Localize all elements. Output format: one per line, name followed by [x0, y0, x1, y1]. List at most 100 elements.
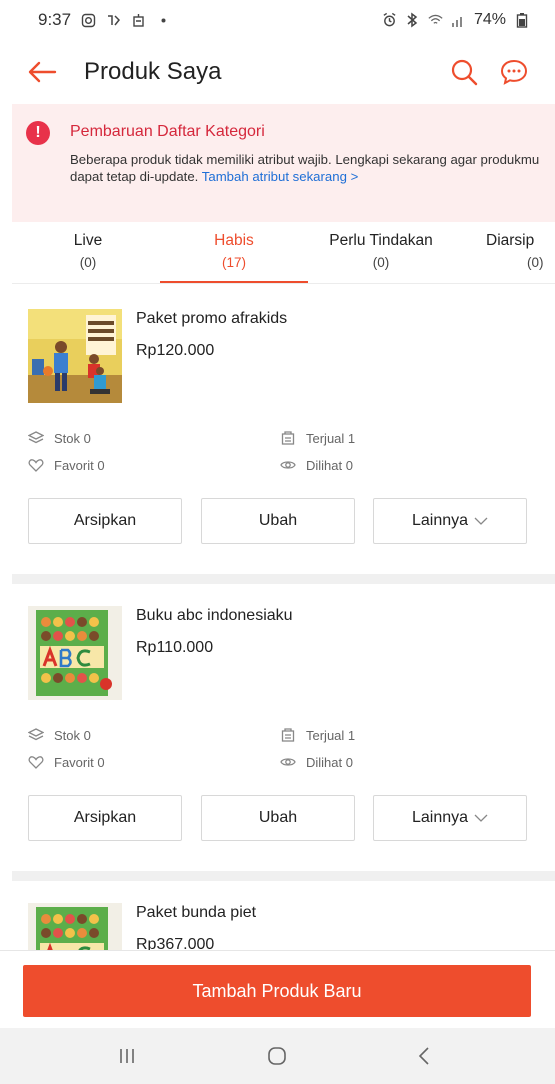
- banner-text: Beberapa produk tidak memiliki atribut w…: [70, 151, 540, 185]
- tab-habis[interactable]: Habis (17): [190, 232, 278, 270]
- tab-count: (17): [221, 255, 246, 270]
- product-card: Paket promo afrakids Rp120.000 Stok 0 Te…: [12, 287, 555, 574]
- archive-button[interactable]: Arsipkan: [28, 498, 182, 544]
- edit-button[interactable]: Ubah: [201, 498, 355, 544]
- stock-label: Stok 0: [54, 727, 91, 743]
- search-icon: [451, 59, 478, 86]
- views-label: Dilihat 0: [306, 754, 353, 770]
- system-nav-bar: [0, 1028, 555, 1084]
- favorite-stat: Favorit 0: [28, 754, 105, 770]
- product-name[interactable]: Paket bunda piet: [136, 904, 256, 922]
- more-label: Lainnya: [411, 809, 469, 826]
- instagram-icon: [81, 13, 96, 28]
- home-icon: [268, 1047, 286, 1065]
- card-separator: [12, 871, 555, 881]
- product-thumbnail[interactable]: [28, 309, 122, 403]
- bluetooth-icon: [405, 12, 420, 28]
- search-button[interactable]: [446, 54, 482, 90]
- tab-count: (0): [372, 255, 390, 270]
- add-attribute-link[interactable]: Tambah atribut sekarang >: [202, 169, 359, 184]
- card-separator: [12, 574, 555, 584]
- views-stat: Dilihat 0: [280, 754, 353, 770]
- back-icon: [418, 1047, 429, 1065]
- battery-text: 74%: [473, 11, 506, 28]
- edit-button[interactable]: Ubah: [201, 795, 355, 841]
- tab-label: Live: [73, 232, 103, 249]
- recent-apps-icon: [120, 1049, 134, 1063]
- product-stats: Stok 0 Terjual 1 Favorit 0 Dilihat 0: [28, 430, 548, 478]
- banner-title: Pembaruan Daftar Kategori: [70, 123, 265, 140]
- layers-icon: [28, 431, 44, 444]
- tab-perlu-tindakan[interactable]: Perlu Tindakan (0): [310, 232, 452, 270]
- more-button[interactable]: Lainnya: [373, 498, 527, 544]
- chevron-down-icon: [474, 814, 488, 822]
- dot-icon: [156, 13, 171, 28]
- arrow-left-icon: [28, 61, 57, 83]
- heart-icon: [28, 756, 44, 769]
- home-button[interactable]: [257, 1042, 297, 1070]
- category-update-banner: ! Pembaruan Daftar Kategori Beberapa pro…: [12, 104, 555, 222]
- notification-icon: [131, 13, 146, 28]
- heart-icon: [28, 459, 44, 472]
- product-thumbnail[interactable]: [28, 903, 122, 950]
- product-thumbnail[interactable]: [28, 606, 122, 700]
- stock-stat: Stok 0: [28, 430, 91, 446]
- status-bar: 9:37 74%: [0, 0, 555, 40]
- status-right: 74%: [382, 11, 529, 29]
- nav-back-button[interactable]: [404, 1042, 444, 1070]
- alert-icon: !: [26, 121, 50, 145]
- layers-icon: [28, 728, 44, 741]
- tab-count: (0): [79, 255, 97, 270]
- chat-button[interactable]: [496, 54, 532, 90]
- alarm-icon: [382, 12, 397, 28]
- clock-text: 9:37: [38, 10, 72, 29]
- chat-icon: [500, 59, 528, 85]
- tab-count: (0): [527, 255, 544, 270]
- product-name[interactable]: Paket promo afrakids: [136, 310, 287, 328]
- product-price: Rp110.000: [136, 639, 214, 656]
- battery-icon: [514, 13, 529, 28]
- product-price: Rp120.000: [136, 342, 215, 359]
- sold-label: Terjual 1: [306, 727, 356, 743]
- stock-stat: Stok 0: [28, 727, 91, 743]
- page-title: Produk Saya: [84, 58, 222, 85]
- tab-label: Perlu Tindakan: [329, 232, 433, 249]
- app-header: Produk Saya: [0, 40, 555, 104]
- signal-icon: [451, 13, 466, 28]
- views-stat: Dilihat 0: [280, 457, 353, 473]
- product-name[interactable]: Buku abc indonesiaku: [136, 607, 293, 625]
- tab-label: Habis: [214, 232, 254, 249]
- product-stats: Stok 0 Terjual 1 Favorit 0 Dilihat 0: [28, 727, 548, 775]
- recent-apps-button[interactable]: [107, 1042, 147, 1070]
- product-card: Buku abc indonesiaku Rp110.000 Stok 0 Te…: [12, 584, 555, 871]
- status-tabs: Live (0) Habis (17) Perlu Tindakan (0) D…: [12, 222, 555, 284]
- product-price: Rp367.000: [136, 936, 215, 950]
- add-new-product-button[interactable]: Tambah Produk Baru: [23, 965, 531, 1017]
- more-label: Lainnya: [411, 512, 469, 529]
- chevron-down-icon: [474, 517, 488, 525]
- tab-live[interactable]: Live (0): [58, 232, 118, 270]
- active-tab-indicator: [160, 281, 308, 283]
- tab-label: Diarsip: [486, 232, 535, 249]
- sold-icon: [281, 728, 295, 742]
- more-button[interactable]: Lainnya: [373, 795, 527, 841]
- sold-stat: Terjual 1: [280, 727, 355, 743]
- favorite-label: Favorit 0: [54, 457, 105, 473]
- eye-icon: [280, 758, 296, 766]
- tab-diarsipkan[interactable]: Diarsip (0): [486, 232, 555, 270]
- archive-button[interactable]: Arsipkan: [28, 795, 182, 841]
- views-label: Dilihat 0: [306, 457, 353, 473]
- sold-stat: Terjual 1: [280, 430, 355, 446]
- favorite-label: Favorit 0: [54, 754, 105, 770]
- favorite-stat: Favorit 0: [28, 457, 105, 473]
- product-card: Paket bunda piet Rp367.000: [12, 881, 555, 950]
- eye-icon: [280, 461, 296, 469]
- wifi-icon: [428, 13, 443, 28]
- status-left: 9:37: [38, 10, 171, 30]
- app-icon: [106, 13, 121, 28]
- sold-icon: [281, 431, 295, 445]
- bottom-action-bar: Tambah Produk Baru: [0, 950, 555, 1028]
- stock-label: Stok 0: [54, 430, 91, 446]
- back-button[interactable]: [24, 58, 60, 86]
- sold-label: Terjual 1: [306, 430, 356, 446]
